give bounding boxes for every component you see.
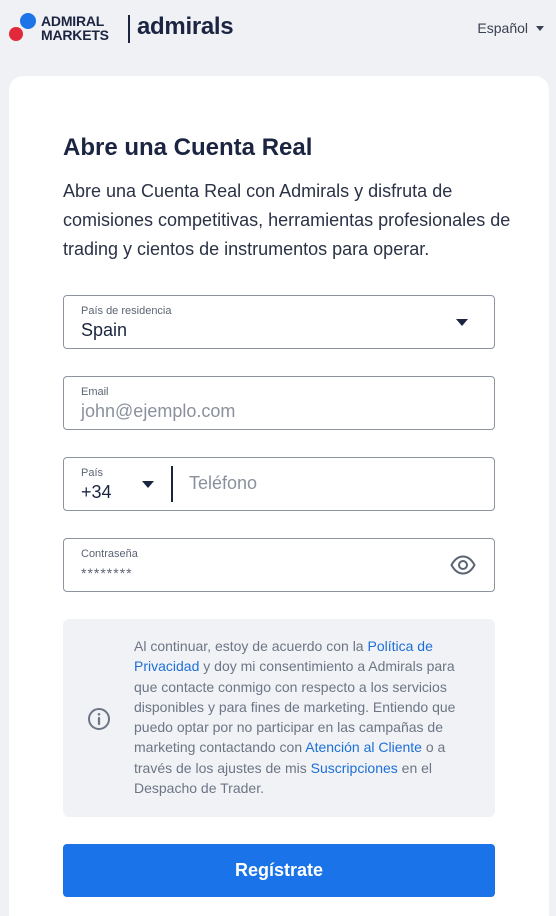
phone-field[interactable]: País +34 Teléfono <box>63 457 495 511</box>
consent-text: Al continuar, estoy de acuerdo con la Po… <box>134 636 479 798</box>
phone-input[interactable]: Teléfono <box>189 473 257 494</box>
brand-admiral-markets: ADMIRAL MARKETS <box>41 14 109 42</box>
eye-icon[interactable] <box>450 555 476 575</box>
language-selector[interactable]: Español <box>477 20 544 36</box>
country-value: Spain <box>81 320 128 340</box>
register-button[interactable]: Regístrate <box>63 844 495 897</box>
language-label: Español <box>477 20 528 36</box>
brand-line-2: MARKETS <box>41 27 109 43</box>
consent-text-1: Al continuar, estoy de acuerdo con la <box>134 638 368 654</box>
subscriptions-link[interactable]: Suscripciones <box>311 760 398 776</box>
phone-divider <box>171 466 173 502</box>
phone-code-value[interactable]: +34 <box>81 482 112 503</box>
country-label: País de residencia <box>81 305 172 317</box>
phone-code-label: País <box>81 467 104 479</box>
brand-divider <box>128 15 130 43</box>
logo-blue-dot <box>20 13 36 29</box>
password-mask: ******** <box>81 565 133 581</box>
password-label: Contraseña <box>81 548 138 560</box>
chevron-down-icon <box>536 25 544 31</box>
brand-admirals: admirals <box>137 13 234 40</box>
logo-red-dot <box>9 27 23 41</box>
info-icon <box>88 708 110 730</box>
email-field[interactable]: Email john@ejemplo.com <box>63 376 495 430</box>
intro-text: Abre una Cuenta Real con Admirals y disf… <box>63 181 511 259</box>
chevron-down-icon[interactable] <box>142 481 154 488</box>
password-field[interactable]: Contraseña ******** <box>63 538 495 592</box>
email-placeholder: john@ejemplo.com <box>81 401 236 421</box>
customer-support-link[interactable]: Atención al Cliente <box>305 739 422 755</box>
chevron-down-icon <box>456 319 468 326</box>
admirals-logo[interactable]: ADMIRAL MARKETS admirals <box>8 12 248 46</box>
top-header: ADMIRAL MARKETS admirals Español <box>0 0 556 58</box>
country-select[interactable]: País de residencia Spain <box>63 295 495 349</box>
brand-line-1: ADMIRAL <box>41 13 105 29</box>
page-title: Abre una Cuenta Real <box>63 134 313 161</box>
consent-box: Al continuar, estoy de acuerdo con la Po… <box>63 619 495 817</box>
signup-card: Abre una Cuenta Real Abre una Cuenta Rea… <box>9 76 549 916</box>
email-label: Email <box>81 386 109 398</box>
logo-mark <box>8 12 42 46</box>
